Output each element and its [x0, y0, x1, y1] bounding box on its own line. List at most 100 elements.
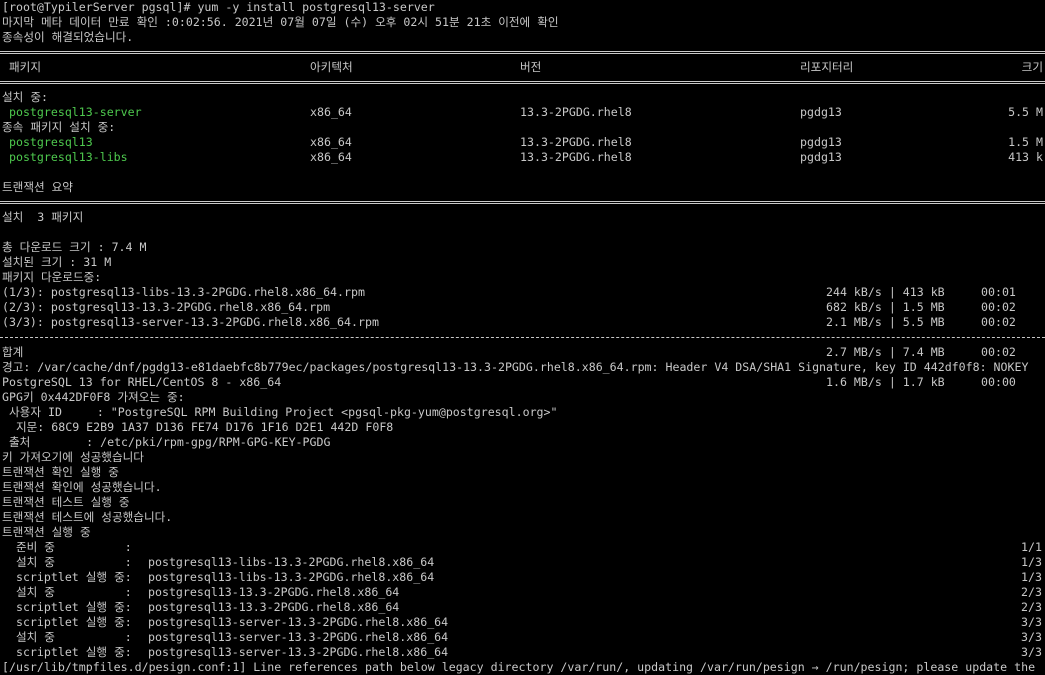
terminal-window[interactable]: [root@TypilerServer pgsql]# yum -y insta… — [0, 0, 1045, 675]
download-time: 00:02 — [981, 345, 1016, 359]
step-label: scriptlet 실행 중: — [2, 570, 139, 584]
terminal-line: [root@TypilerServer pgsql]# yum -y insta… — [0, 0, 1045, 15]
package-version: 13.3-2PGDG.rhel8 — [520, 150, 632, 164]
download-file: (2/3): postgresql13-13.3-2PGDG.rhel8.x86… — [2, 300, 331, 314]
terminal-line: 설치 중: — [0, 90, 1045, 105]
terminal-line-text: 종속성이 해결되었습니다. — [2, 30, 134, 44]
separator-rule — [0, 45, 1045, 60]
package-name: postgresql13-server — [2, 105, 142, 119]
download-time: 00:01 — [981, 285, 1016, 299]
download-file: 합계 — [2, 345, 24, 359]
package-size: 크기 — [1021, 60, 1043, 74]
terminal-line-text: 사용자 ID : "PostgreSQL RPM Building Projec… — [2, 405, 558, 419]
step-label: 준비 중 : — [2, 540, 132, 554]
separator-rule — [0, 330, 1045, 345]
package-name: postgresql13-libs — [2, 150, 128, 164]
terminal-line-text: 설치 3 패키지 — [2, 210, 84, 224]
terminal-line: 종속 패키지 설치 중: — [0, 120, 1045, 135]
download-rate-size: 244 kB/s | 413 kB — [826, 285, 945, 299]
step-package: postgresql13-13.3-2PGDG.rhel8.x86_64 — [148, 600, 400, 614]
step-package: postgresql13-libs-13.3-2PGDG.rhel8.x86_6… — [148, 555, 435, 569]
package-row: postgresql13 x86_64 13.3-2PGDG.rhel8 pgdg13… — [0, 135, 1045, 150]
step-label: scriptlet 실행 중: — [2, 600, 139, 614]
separator-rule — [0, 75, 1045, 90]
download-file: PostgreSQL 13 for RHEL/CentOS 8 - x86_64 — [2, 375, 282, 389]
transaction-step-line: 설치 중 : postgresql13-13.3-2PGDG.rhel8.x86… — [0, 585, 1045, 600]
transaction-step-line: 설치 중 : postgresql13-libs-13.3-2PGDG.rhel… — [0, 555, 1045, 570]
download-progress-line: (1/3): postgresql13-libs-13.3-2PGDG.rhel… — [0, 285, 1045, 300]
step-label: 설치 중 : — [2, 630, 139, 644]
package-row: postgresql13-libs x86_64 13.3-2PGDG.rhel8 p… — [0, 150, 1045, 165]
terminal-line: 마지막 메타 데이터 만료 확인 :0:02:56. 2021년 07월 07일… — [0, 15, 1045, 30]
terminal-line-text: 출처 : /etc/pki/rpm-gpg/RPM-GPG-KEY-PGDG — [2, 435, 331, 449]
package-arch: x86_64 — [310, 135, 352, 149]
terminal-line: 패키지 다운로드중: — [0, 270, 1045, 285]
package-version: 버전 — [520, 60, 542, 74]
terminal-line: 트랜잭션 테스트에 성공했습니다. — [0, 510, 1045, 525]
package-row: postgresql13-server x86_64 13.3-2PGDG.rhel… — [0, 105, 1045, 120]
terminal-line: 설치된 크기 : 31 M — [0, 255, 1045, 270]
terminal-line-text: 마지막 메타 데이터 만료 확인 :0:02:56. 2021년 07월 07일… — [2, 15, 559, 29]
terminal-line-text: 패키지 다운로드중: — [2, 270, 102, 284]
package-repo: pgdg13 — [800, 135, 842, 149]
terminal-line-text: [root@TypilerServer pgsql]# yum -y insta… — [2, 0, 435, 14]
terminal-line: 사용자 ID : "PostgreSQL RPM Building Projec… — [0, 405, 1045, 420]
step-progress: 1/3 — [1021, 555, 1042, 569]
package-version: 13.3-2PGDG.rhel8 — [520, 105, 632, 119]
download-time: 00:02 — [981, 315, 1016, 329]
download-progress-line: 합계 2.7 MB/s | 7.4 MB 00:02 — [0, 345, 1045, 360]
package-repo: pgdg13 — [800, 150, 842, 164]
terminal-line-text: 경고: /var/cache/dnf/pgdg13-e81daebfc8b779… — [2, 360, 1029, 374]
download-time: 00:00 — [981, 375, 1016, 389]
step-progress: 3/3 — [1021, 645, 1042, 659]
terminal-line: 출처 : /etc/pki/rpm-gpg/RPM-GPG-KEY-PGDG — [0, 435, 1045, 450]
terminal-line-text: 키 가져오기에 성공했습니다 — [2, 450, 144, 464]
terminal-line: 트랜잭션 테스트 실행 중 — [0, 495, 1045, 510]
terminal-line-text: 트랜잭션 실행 중 — [2, 525, 91, 539]
step-package: postgresql13-libs-13.3-2PGDG.rhel8.x86_6… — [148, 570, 435, 584]
terminal-line: 경고: /var/cache/dnf/pgdg13-e81daebfc8b779… — [0, 360, 1045, 375]
terminal-line: 총 다운로드 크기 : 7.4 M — [0, 240, 1045, 255]
step-package: postgresql13-server-13.3-2PGDG.rhel8.x86… — [148, 615, 449, 629]
download-rate-size: 1.6 MB/s | 1.7 kB — [826, 375, 945, 389]
step-label: scriptlet 실행 중: — [2, 645, 139, 659]
transaction-step-line: 설치 중 : postgresql13-server-13.3-2PGDG.rh… — [0, 630, 1045, 645]
step-package: postgresql13-server-13.3-2PGDG.rhel8.x86… — [148, 630, 449, 644]
terminal-line: 키 가져오기에 성공했습니다 — [0, 450, 1045, 465]
download-time: 00:02 — [981, 300, 1016, 314]
terminal-line: GPG키 0x442DF0F8 가져오는 중: — [0, 390, 1045, 405]
package-table-header: 패키지 아키텍처 버전 리포지터리 크기 — [0, 60, 1045, 75]
step-progress: 1/3 — [1021, 570, 1042, 584]
step-label: 설치 중 : — [2, 555, 139, 569]
transaction-step-line: scriptlet 실행 중: postgresql13-server-13.3… — [0, 645, 1045, 660]
download-rate-size: 2.1 MB/s | 5.5 MB — [826, 315, 945, 329]
package-name: 패키지 — [2, 60, 41, 74]
package-name: postgresql13 — [2, 135, 93, 149]
terminal-line: 트랜잭션 확인에 성공했습니다. — [0, 480, 1045, 495]
step-progress: 3/3 — [1021, 615, 1042, 629]
download-file: (3/3): postgresql13-server-13.3-2PGDG.rh… — [2, 315, 379, 329]
package-repo: 리포지터리 — [800, 60, 854, 74]
step-progress: 2/3 — [1021, 600, 1042, 614]
download-progress-line: PostgreSQL 13 for RHEL/CentOS 8 - x86_64… — [0, 375, 1045, 390]
terminal-line-text: 설치된 크기 : 31 M — [2, 255, 112, 269]
transaction-step-line: 준비 중 : 1/1 — [0, 540, 1045, 555]
terminal-line: [/usr/lib/tmpfiles.d/pesign.conf:1] Line… — [0, 660, 1045, 675]
package-arch: x86_64 — [310, 105, 352, 119]
download-rate-size: 682 kB/s | 1.5 MB — [826, 300, 945, 314]
download-progress-line: (3/3): postgresql13-server-13.3-2PGDG.rh… — [0, 315, 1045, 330]
terminal-line-text: 지문: 68C9 E2B9 1A37 D136 FE74 D176 1F16 D… — [2, 420, 394, 434]
terminal-line-text: 트랜잭션 확인 실행 중 — [2, 465, 119, 479]
terminal-line-text: 총 다운로드 크기 : 7.4 M — [2, 240, 147, 254]
package-size: 5.5 M — [1008, 105, 1043, 119]
terminal-line-text: 종속 패키지 설치 중: — [2, 120, 116, 134]
separator-rule — [0, 195, 1045, 210]
step-progress: 2/3 — [1021, 585, 1042, 599]
terminal-line-text: GPG키 0x442DF0F8 가져오는 중: — [2, 390, 185, 404]
transaction-step-line: scriptlet 실행 중: postgresql13-libs-13.3-2… — [0, 570, 1045, 585]
terminal-line-text: 트랜잭션 요약 — [2, 180, 73, 194]
package-version: 13.3-2PGDG.rhel8 — [520, 135, 632, 149]
step-progress: 3/3 — [1021, 630, 1042, 644]
